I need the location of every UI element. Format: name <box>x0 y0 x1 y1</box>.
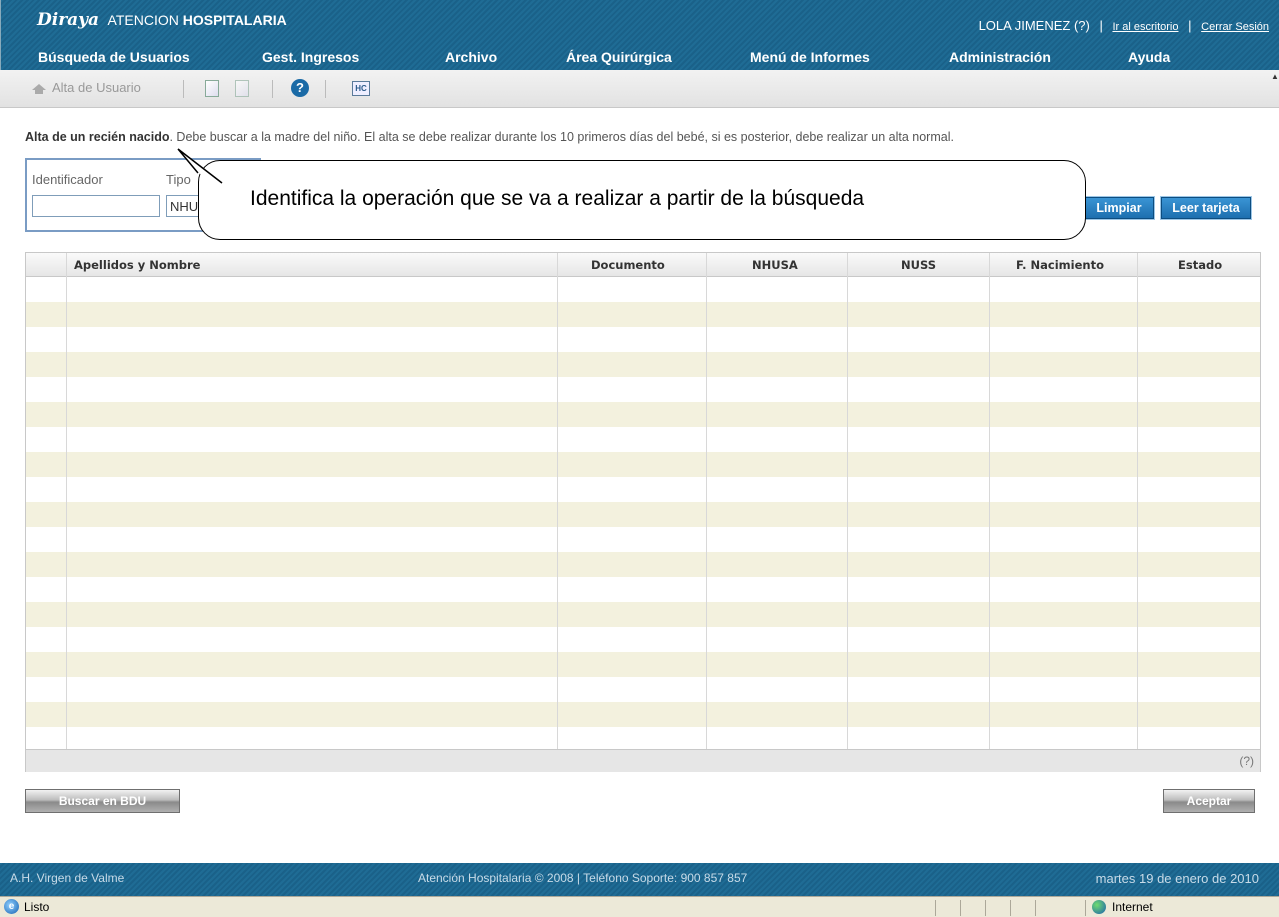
help-icon[interactable]: ? <box>291 79 309 97</box>
toolbar-divider <box>325 80 326 98</box>
copy-document-icon[interactable] <box>235 80 249 97</box>
operation-title: Alta de un recién nacido <box>25 130 170 144</box>
current-date: martes 19 de enero de 2010 <box>1095 871 1259 886</box>
operation-description: . Debe buscar a la madre del niño. El al… <box>169 130 954 144</box>
user-bar: LOLA JIMENEZ (?) | Ir al escritorio | Ce… <box>979 18 1269 33</box>
toolbar: Alta de Usuario ? HC <box>0 70 1279 108</box>
app-name-bold: HOSPITALARIA <box>182 12 287 28</box>
ie-page-icon: e <box>4 899 19 914</box>
table-row[interactable] <box>26 402 1260 427</box>
diraya-logo: Diraya <box>37 10 100 30</box>
results-grid: Apellidos y Nombre Documento NHUSA NUSS … <box>25 252 1261 772</box>
grid-help[interactable]: (?) <box>1239 754 1254 768</box>
status-text: Listo <box>24 900 50 914</box>
add-user-label: Alta de Usuario <box>52 80 141 95</box>
column-divider <box>847 253 848 749</box>
identifier-input[interactable] <box>32 195 160 217</box>
table-row[interactable] <box>26 502 1260 527</box>
column-header-name[interactable]: Apellidos y Nombre <box>74 258 200 272</box>
operation-info: Alta de un recién nacido. Debe buscar a … <box>25 130 954 144</box>
scroll-up-arrow[interactable]: ▲ <box>1271 72 1279 86</box>
table-row[interactable] <box>26 577 1260 602</box>
grid-header: Apellidos y Nombre Documento NHUSA NUSS … <box>26 253 1260 277</box>
desktop-link[interactable]: Ir al escritorio <box>1112 21 1178 33</box>
column-divider <box>1137 253 1138 749</box>
table-row[interactable] <box>26 377 1260 402</box>
nav-menu-informes[interactable]: Menú de Informes <box>750 49 870 65</box>
table-row[interactable] <box>26 552 1260 577</box>
grid-body <box>26 277 1260 749</box>
table-row[interactable] <box>26 452 1260 477</box>
main-nav: Búsqueda de Usuarios Gest. Ingresos Arch… <box>1 46 1279 70</box>
table-row[interactable] <box>26 302 1260 327</box>
table-row[interactable] <box>26 627 1260 652</box>
table-row[interactable] <box>26 527 1260 552</box>
logout-link[interactable]: Cerrar Sesión <box>1201 21 1269 33</box>
add-user-button[interactable]: Alta de Usuario <box>30 80 141 95</box>
copyright-text: Atención Hospitalaria © 2008 | Teléfono … <box>418 871 748 885</box>
column-header-birthdate[interactable]: F. Nacimiento <box>1016 258 1104 272</box>
nav-administracion[interactable]: Administración <box>949 49 1051 65</box>
internet-zone-icon <box>1092 900 1106 914</box>
nav-ayuda[interactable]: Ayuda <box>1128 49 1170 65</box>
hospital-name: A.H. Virgen de Valme <box>10 871 125 885</box>
app-footer: A.H. Virgen de Valme Atención Hospitalar… <box>0 863 1279 896</box>
read-card-button[interactable]: Leer tarjeta <box>1160 196 1252 220</box>
app-brand: Diraya ATENCION HOSPITALARIA <box>37 10 287 30</box>
column-divider <box>66 253 67 749</box>
table-row[interactable] <box>26 602 1260 627</box>
column-divider <box>989 253 990 749</box>
app-name-prefix: ATENCION <box>107 12 179 28</box>
user-bar-separator: | <box>1099 18 1103 33</box>
nav-gest-ingresos[interactable]: Gest. Ingresos <box>262 49 359 65</box>
table-row[interactable] <box>26 702 1260 727</box>
security-zone: Internet <box>1112 900 1153 914</box>
column-header-nuss[interactable]: NUSS <box>901 258 936 272</box>
nav-busqueda-usuarios[interactable]: Búsqueda de Usuarios <box>38 49 190 65</box>
grid-footer: (?) <box>26 749 1260 772</box>
callout-pointer <box>177 148 223 184</box>
status-cell <box>1085 900 1086 916</box>
status-cell <box>935 900 936 916</box>
column-header-status[interactable]: Estado <box>1178 258 1222 272</box>
table-row[interactable] <box>26 277 1260 302</box>
user-bar-separator: | <box>1188 18 1192 33</box>
column-header-document[interactable]: Documento <box>591 258 665 272</box>
table-row[interactable] <box>26 427 1260 452</box>
browser-status-bar: e Listo Internet <box>0 896 1279 917</box>
document-icon[interactable] <box>205 80 219 97</box>
toolbar-divider <box>183 80 184 98</box>
accept-button[interactable]: Aceptar <box>1163 789 1255 813</box>
clear-button[interactable]: Limpiar <box>1083 196 1155 220</box>
table-row[interactable] <box>26 652 1260 677</box>
status-cell <box>985 900 986 916</box>
table-row[interactable] <box>26 677 1260 702</box>
app-header: Diraya ATENCION HOSPITALARIA LOLA JIMENE… <box>0 0 1279 70</box>
search-bdu-button[interactable]: Buscar en BDU <box>25 789 180 813</box>
nav-area-quirurgica[interactable]: Área Quirúrgica <box>566 49 672 65</box>
nav-archivo[interactable]: Archivo <box>445 49 497 65</box>
column-header-nhusa[interactable]: NHUSA <box>752 258 798 272</box>
status-cell <box>1035 900 1036 916</box>
table-row[interactable] <box>26 352 1260 377</box>
table-row[interactable] <box>26 477 1260 502</box>
column-divider <box>557 253 558 749</box>
status-cell <box>1010 900 1011 916</box>
user-name[interactable]: LOLA JIMENEZ (?) <box>979 18 1090 33</box>
identifier-label: Identificador <box>32 172 103 187</box>
callout-text: Identifica la operación que se va a real… <box>250 187 865 210</box>
column-divider <box>706 253 707 749</box>
add-user-icon <box>32 83 46 94</box>
status-cell <box>960 900 961 916</box>
toolbar-divider <box>272 80 273 98</box>
table-row[interactable] <box>26 327 1260 352</box>
clinical-history-icon[interactable]: HC <box>352 81 370 96</box>
